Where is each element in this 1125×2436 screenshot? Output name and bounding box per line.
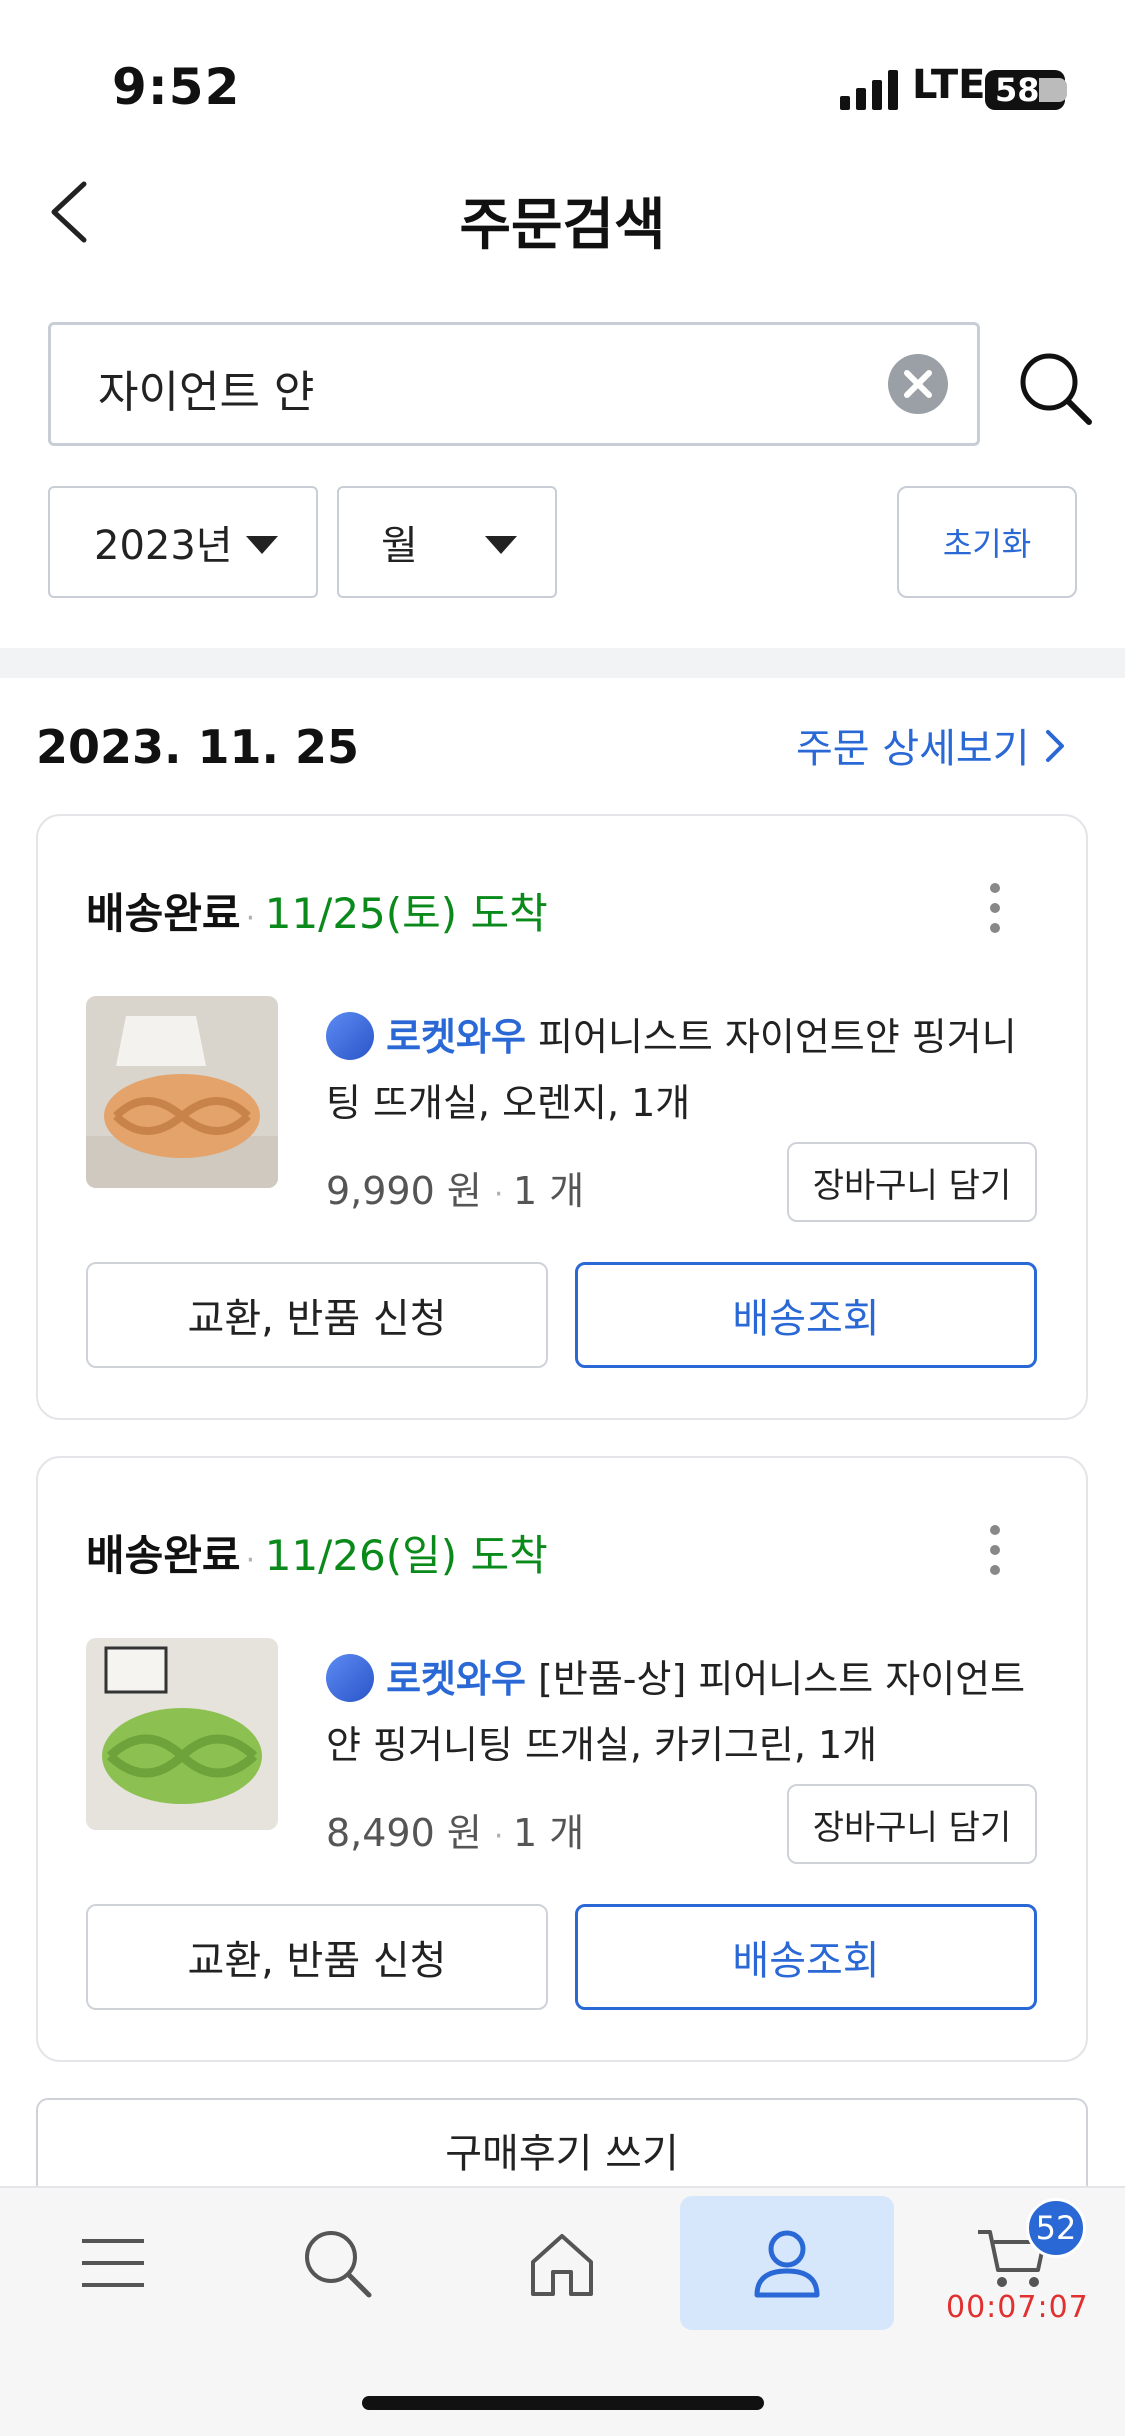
battery-level: 58 [995,71,1040,109]
nav-search[interactable] [230,2196,444,2330]
cart-count-badge: 52 [1026,2198,1086,2258]
chevron-down-icon [485,536,517,554]
product-thumbnail[interactable] [86,996,278,1188]
product-title[interactable]: 로켓와우 [반품-상] 피어니스트 자이언트 얀 핑거니팅 뜨개실, 카키그린,… [326,1646,1046,1778]
rocket-icon [326,1653,374,1702]
product-title[interactable]: 로켓와우 피어니스트 자이언트얀 핑거니 팅 뜨개실, 오렌지, 1개 [326,1004,1046,1136]
product-name-line2: 팅 뜨개실, 오렌지, 1개 [326,1081,691,1125]
rocket-wow-badge: 로켓와우 [386,1015,526,1059]
price-row: 9,990 원 · 1 개 [326,1169,585,1213]
product-price: 9,990 원 [326,1169,482,1213]
reset-button[interactable]: 초기화 [897,486,1077,598]
arrival-date: 11/26(일) 도착 [264,1531,548,1580]
delivery-status: 배송완료 [86,889,241,938]
search-icon[interactable] [1015,348,1095,428]
add-to-cart-button[interactable]: 장바구니 담기 [787,1142,1037,1222]
signal-icon [840,70,898,110]
user-icon [754,2230,820,2298]
nav-menu[interactable] [6,2196,220,2330]
exchange-return-button[interactable]: 교환, 반품 신청 [86,1904,548,2010]
year-value: 2023년 [94,523,233,569]
nav-home[interactable] [455,2196,669,2330]
delivery-status-row: 배송완료 · 11/26(일) 도착 [86,1531,548,1580]
home-indicator [362,2396,764,2410]
search-query[interactable]: 자이언트 얀 [98,356,314,420]
order-detail-link[interactable]: 주문 상세보기 [796,716,1030,774]
product-name-line1: [반품-상] 피어니스트 자이언트 [538,1657,1026,1701]
page-title: 주문검색 [459,193,666,258]
product-thumbnail[interactable] [86,1638,278,1830]
year-select[interactable]: 2023년 [48,486,318,598]
month-value: 월 [381,523,418,569]
status-time: 9:52 [112,58,241,116]
nav-my-account[interactable] [680,2196,894,2330]
more-options-icon[interactable] [985,878,1005,938]
delivery-status: 배송완료 [86,1531,241,1580]
product-name-line2: 얀 핑거니팅 뜨개실, 카키그린, 1개 [326,1723,878,1767]
section-divider [0,648,1125,678]
product-quantity: 1 개 [513,1169,585,1213]
session-timer: 00:07:07 [946,2290,1089,2325]
rocket-icon [326,1011,374,1060]
product-price: 8,490 원 [326,1811,482,1855]
price-row: 8,490 원 · 1 개 [326,1811,585,1855]
track-delivery-button[interactable]: 배송조회 [575,1262,1037,1368]
menu-icon [82,2239,144,2287]
battery-indicator: 58 [985,70,1067,110]
home-icon [531,2234,593,2296]
chevron-right-icon[interactable] [1040,724,1070,768]
delivery-status-row: 배송완료 · 11/25(토) 도착 [86,889,548,938]
product-name-line1: 피어니스트 자이언트얀 핑거니 [538,1015,1017,1059]
clear-icon[interactable] [888,354,948,414]
track-delivery-button[interactable]: 배송조회 [575,1904,1037,2010]
rocket-wow-badge: 로켓와우 [386,1657,526,1701]
product-quantity: 1 개 [513,1811,585,1855]
add-to-cart-button[interactable]: 장바구니 담기 [787,1784,1037,1864]
month-select[interactable]: 월 [337,486,557,598]
chevron-down-icon [246,536,278,554]
more-options-icon[interactable] [985,1520,1005,1580]
order-date: 2023. 11. 25 [36,720,360,774]
arrival-date: 11/25(토) 도착 [264,889,548,938]
search-icon [305,2231,372,2298]
network-type: LTE [912,62,986,108]
exchange-return-button[interactable]: 교환, 반품 신청 [86,1262,548,1368]
